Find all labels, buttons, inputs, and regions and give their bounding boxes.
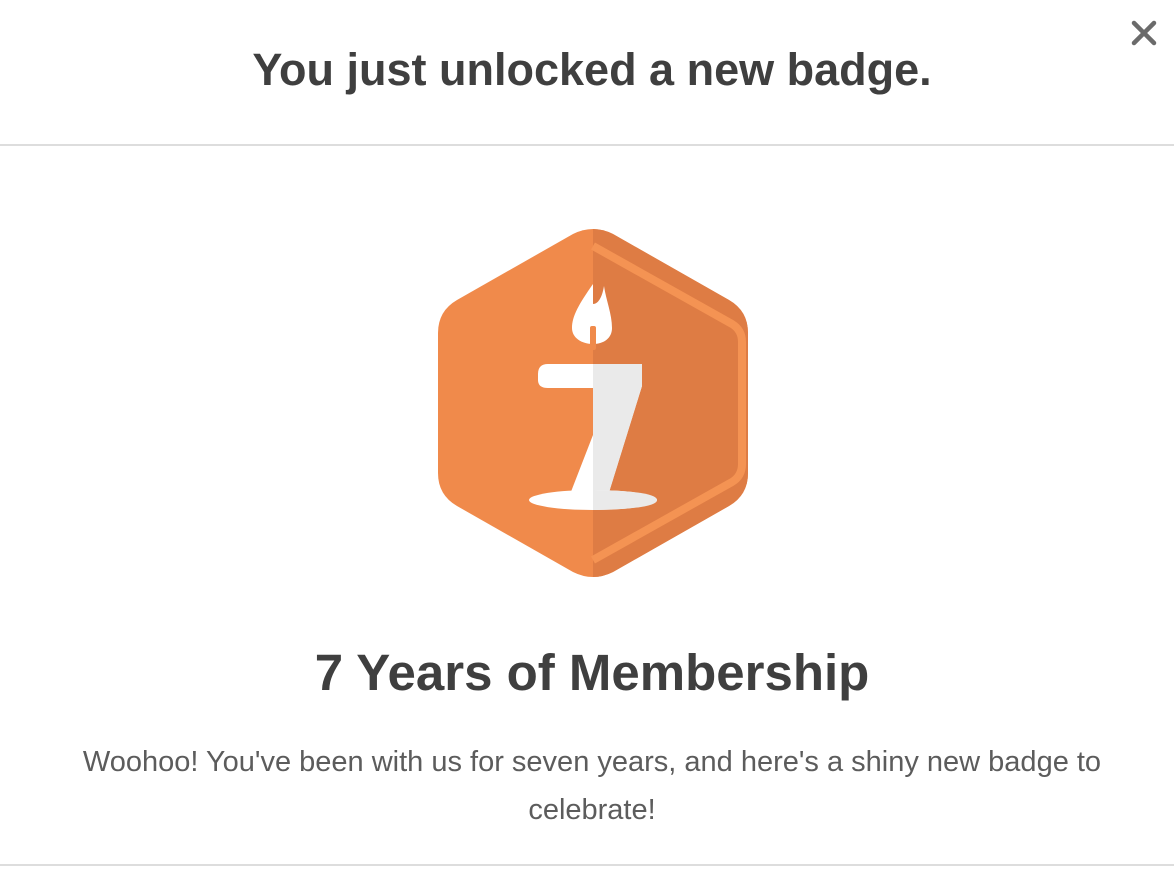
modal-header: You just unlocked a new badge. (0, 0, 1174, 146)
candle-seven-hexagon-badge-icon (438, 229, 748, 577)
badge-unlocked-modal: You just unlocked a new badge. 7 Years o… (0, 0, 1174, 870)
close-icon (1131, 20, 1157, 46)
modal-title: You just unlocked a new badge. (252, 44, 932, 95)
badge-image (436, 228, 750, 578)
badge-name: 7 Years of Membership (314, 644, 870, 701)
footer-divider (0, 864, 1174, 866)
badge-description: Woohoo! You've been with us for seven ye… (82, 746, 1102, 826)
close-button[interactable] (1128, 17, 1160, 49)
